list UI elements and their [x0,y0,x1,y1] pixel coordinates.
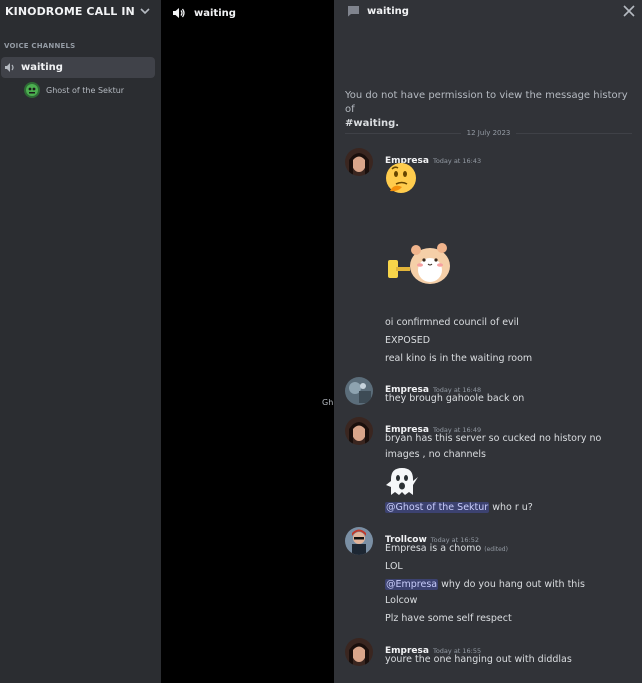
category-voice-channels[interactable]: VOICE CHANNELS [4,42,75,50]
close-icon[interactable] [622,3,636,17]
chat-header: waiting [334,0,642,22]
message-text: real kino is in the waiting room [385,353,533,364]
message-text: Empresa is a chomo (edited) [385,543,508,554]
avatar[interactable] [345,638,373,666]
voice-member[interactable]: Ghost of the Sektur [24,82,124,98]
voice-header: waiting [172,4,236,23]
user-mention[interactable]: @Ghost of the Sektur [385,502,490,513]
participant-tile-label: Gh [322,398,334,407]
server-name: KINODROME CALL IN [5,4,135,18]
message-text: @Empresa why do you hang out with this [385,579,585,590]
voice-channel-waiting[interactable]: waiting [1,57,155,78]
date-divider: 12 July 2023 [345,128,633,138]
chevron-down-icon[interactable] [139,5,151,17]
message-text: images , no channels [385,449,486,460]
thinking-emoji-icon [384,161,418,199]
user-mention[interactable]: @Empresa [385,579,439,590]
chat-title: waiting [367,5,409,17]
voice-title: waiting [194,8,236,19]
permission-notice: You do not have permission to view the m… [345,90,628,129]
avatar[interactable] [345,148,373,176]
message-text: EXPOSED [385,335,431,346]
member-name: Ghost of the Sektur [46,85,125,95]
avatar [24,82,40,98]
avatar[interactable] [345,417,373,445]
message-text: they brough gahoole back on [385,393,525,404]
message-text: @Ghost of the Sektur who r u? [385,502,533,513]
message-text: oi confirmned council of evil [385,317,519,328]
message-text: Plz have some self respect [385,613,512,624]
message-text: youre the one hanging out with diddlas [385,654,572,665]
message-text: Lolcow [385,595,418,606]
speaker-icon [4,58,16,77]
hamster-sticker-icon [384,236,454,294]
edited-label: (edited) [484,546,508,553]
chat-panel: waiting You do not have permission to vi… [334,0,642,683]
channel-label: waiting [21,62,63,73]
message-text: bryan has this server so cucked no histo… [385,433,602,444]
avatar[interactable] [345,377,373,405]
speaker-icon [172,4,186,23]
server-header[interactable]: KINODROME CALL IN [0,0,161,22]
timestamp: Today at 16:43 [432,157,482,165]
avatar[interactable] [345,527,373,555]
ghost-emoji-icon [385,465,419,501]
channel-sidebar: KINODROME CALL IN VOICE CHANNELS waiting… [0,0,161,683]
message-text: LOL [385,561,403,572]
chat-bubble-icon [347,2,360,21]
